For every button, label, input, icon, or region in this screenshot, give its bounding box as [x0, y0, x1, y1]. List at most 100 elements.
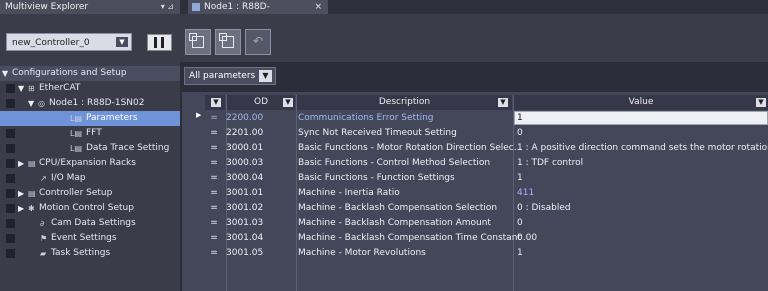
- document-icon: [192, 3, 200, 11]
- tree-gutter-marker: [6, 84, 15, 93]
- table-row[interactable]: = 2200.00 Communications Error Setting 1: [205, 111, 768, 126]
- header-description-label: Description: [378, 97, 431, 107]
- tree-gutter-marker: [6, 129, 15, 138]
- row-marker: =: [210, 188, 218, 198]
- row-od: 2200.00: [226, 113, 264, 123]
- table-row[interactable]: = 2201.00 Sync Not Received Timeout Settin…: [205, 126, 768, 141]
- tree-gutter-marker: [6, 204, 15, 213]
- undo-button[interactable]: ↶: [245, 29, 271, 55]
- row-od: 3000.03: [226, 158, 264, 168]
- row-od: 3000.04: [226, 173, 264, 183]
- tree-gutter-marker: [6, 249, 15, 258]
- tree-item-label: Configurations and Setup: [12, 68, 127, 78]
- filter-icon[interactable]: ▼: [756, 98, 766, 107]
- header-description[interactable]: Description ▼: [297, 95, 512, 110]
- tree-node-icon: L▤: [70, 129, 83, 138]
- tree-node-icon: ▤: [28, 159, 36, 168]
- filter-icon[interactable]: ▼: [283, 98, 293, 107]
- row-value[interactable]: 1: [517, 171, 768, 186]
- pin-icon[interactable]: ▾ ⊿: [161, 0, 174, 14]
- tree-node-icon: ⚑: [40, 234, 48, 243]
- tree-item-cpu-racks[interactable]: ▶ ▤ CPU/Expansion Racks: [0, 156, 180, 171]
- tree-item-label: Motion Control Setup: [39, 203, 134, 213]
- tree-item-task-settings[interactable]: ▰ Task Settings: [0, 246, 180, 261]
- tree-item-io-map[interactable]: ↗ I/O Map: [0, 171, 180, 186]
- chevron-down-icon[interactable]: ▼: [259, 70, 272, 82]
- controller-status-icon[interactable]: [147, 34, 172, 51]
- tab-node1-parameters[interactable]: Node1 : R88D-1SN02H-...I... ×: [188, 0, 328, 26]
- tree-item-data-trace[interactable]: L▤ Data Trace Setting: [0, 141, 180, 156]
- table-row[interactable]: = 3000.04 Basic Functions - Function Setti…: [205, 171, 768, 186]
- header-sort-marker[interactable]: ▼: [205, 95, 225, 110]
- tree-item-event-settings[interactable]: ⚑ Event Settings: [0, 231, 180, 246]
- row-marker: =: [210, 173, 218, 183]
- row-od: 2201.00: [226, 128, 264, 138]
- table-row[interactable]: = 3001.04 Machine - Backlash Compensation …: [205, 231, 768, 246]
- tree-item-parameters[interactable]: L▤ Parameters: [0, 111, 180, 126]
- expand-right-icon[interactable]: ▶: [18, 156, 24, 171]
- tree-item-label: Controller Setup: [39, 188, 113, 198]
- tree-item-ethercat[interactable]: ▼ ⊞ EtherCAT: [0, 81, 180, 96]
- tree-node-icon: ✱: [28, 204, 35, 213]
- table-row[interactable]: = 3000.01 Basic Functions - Motor Rotation…: [205, 141, 768, 156]
- tree-item-fft[interactable]: L▤ FFT: [0, 126, 180, 141]
- table-row[interactable]: = 3000.03 Basic Functions - Control Method…: [205, 156, 768, 171]
- tree-item-motion-control[interactable]: ▶ ✱ Motion Control Setup: [0, 201, 180, 216]
- row-marker: =: [210, 248, 218, 258]
- row-od: 3001.05: [226, 248, 264, 258]
- tree-item-label: Event Settings: [51, 233, 117, 243]
- transfer-icon-back: [222, 36, 234, 48]
- tree-node-icon: L▤: [70, 144, 83, 153]
- row-value[interactable]: 1 : A positive direction command sets th…: [517, 141, 768, 156]
- tree-gutter-marker: [6, 159, 15, 168]
- table-row[interactable]: = 3001.05 Machine - Motor Revolutions 1: [205, 246, 768, 261]
- tree-item-label: CPU/Expansion Racks: [39, 158, 136, 168]
- tree-item-configurations[interactable]: ▼ Configurations and Setup: [0, 66, 180, 81]
- row-marker: =: [210, 158, 218, 168]
- parameter-filter-select[interactable]: All parameters ▼: [184, 67, 276, 85]
- transfer-button[interactable]: [215, 29, 241, 55]
- row-marker: =: [210, 128, 218, 138]
- expand-right-icon[interactable]: ▶: [18, 186, 24, 201]
- table-row[interactable]: = 3001.03 Machine - Backlash Compensation …: [205, 216, 768, 231]
- chevron-down-icon[interactable]: ▼: [116, 37, 128, 47]
- row-value[interactable]: 0 : Disabled: [517, 201, 768, 216]
- header-od[interactable]: OD ▼: [227, 95, 295, 110]
- header-value[interactable]: Value ▼: [514, 95, 768, 110]
- row-value[interactable]: 1 : TDF control: [517, 156, 768, 171]
- row-value[interactable]: 411: [517, 186, 768, 201]
- row-value[interactable]: 0: [517, 216, 768, 231]
- tree-item-controller-setup[interactable]: ▶ ▤ Controller Setup: [0, 186, 180, 201]
- row-value[interactable]: 1: [517, 246, 768, 261]
- tree-node-icon: ∂: [40, 219, 45, 228]
- row-value[interactable]: 0: [517, 126, 768, 141]
- tree-item-label: Task Settings: [51, 248, 111, 258]
- tree-node-icon: ▰: [40, 249, 47, 258]
- tree-item-cam-data[interactable]: ∂ Cam Data Settings: [0, 216, 180, 231]
- header-od-label: OD: [253, 97, 268, 107]
- controller-select-label: new_Controller_0: [12, 38, 90, 48]
- controller-select[interactable]: new_Controller_0 ▼: [6, 33, 132, 51]
- expand-down-icon[interactable]: ▼: [18, 81, 24, 96]
- row-marker: =: [210, 218, 218, 228]
- table-row[interactable]: = 3001.01 Machine - Inertia Ratio 411: [205, 186, 768, 201]
- close-icon[interactable]: ×: [314, 0, 322, 14]
- row-marker: =: [210, 233, 218, 243]
- tree-node-icon: ↗: [40, 174, 47, 183]
- tree-item-node1[interactable]: ▼ ◎ Node1 : R88D-1SN02: [0, 96, 180, 111]
- row-value[interactable]: 1: [517, 111, 768, 126]
- tree-node-icon: ⊞: [28, 84, 35, 93]
- tree-item-label: I/O Map: [51, 173, 86, 183]
- table-row[interactable]: = 3001.02 Machine - Backlash Compensation …: [205, 201, 768, 216]
- row-value[interactable]: 0.00: [517, 231, 768, 246]
- expand-down-icon[interactable]: ▼: [28, 96, 34, 111]
- row-od: 3001.02: [226, 203, 264, 213]
- filter-icon[interactable]: ▼: [498, 98, 508, 107]
- filter-icon[interactable]: ▼: [211, 98, 221, 107]
- expand-right-icon[interactable]: ▶: [18, 201, 24, 216]
- row-od: 3001.04: [226, 233, 264, 243]
- row-marker: =: [210, 203, 218, 213]
- compare-button[interactable]: [185, 29, 211, 55]
- tree-item-label: Data Trace Setting: [86, 143, 170, 153]
- expand-down-icon[interactable]: ▼: [2, 66, 8, 81]
